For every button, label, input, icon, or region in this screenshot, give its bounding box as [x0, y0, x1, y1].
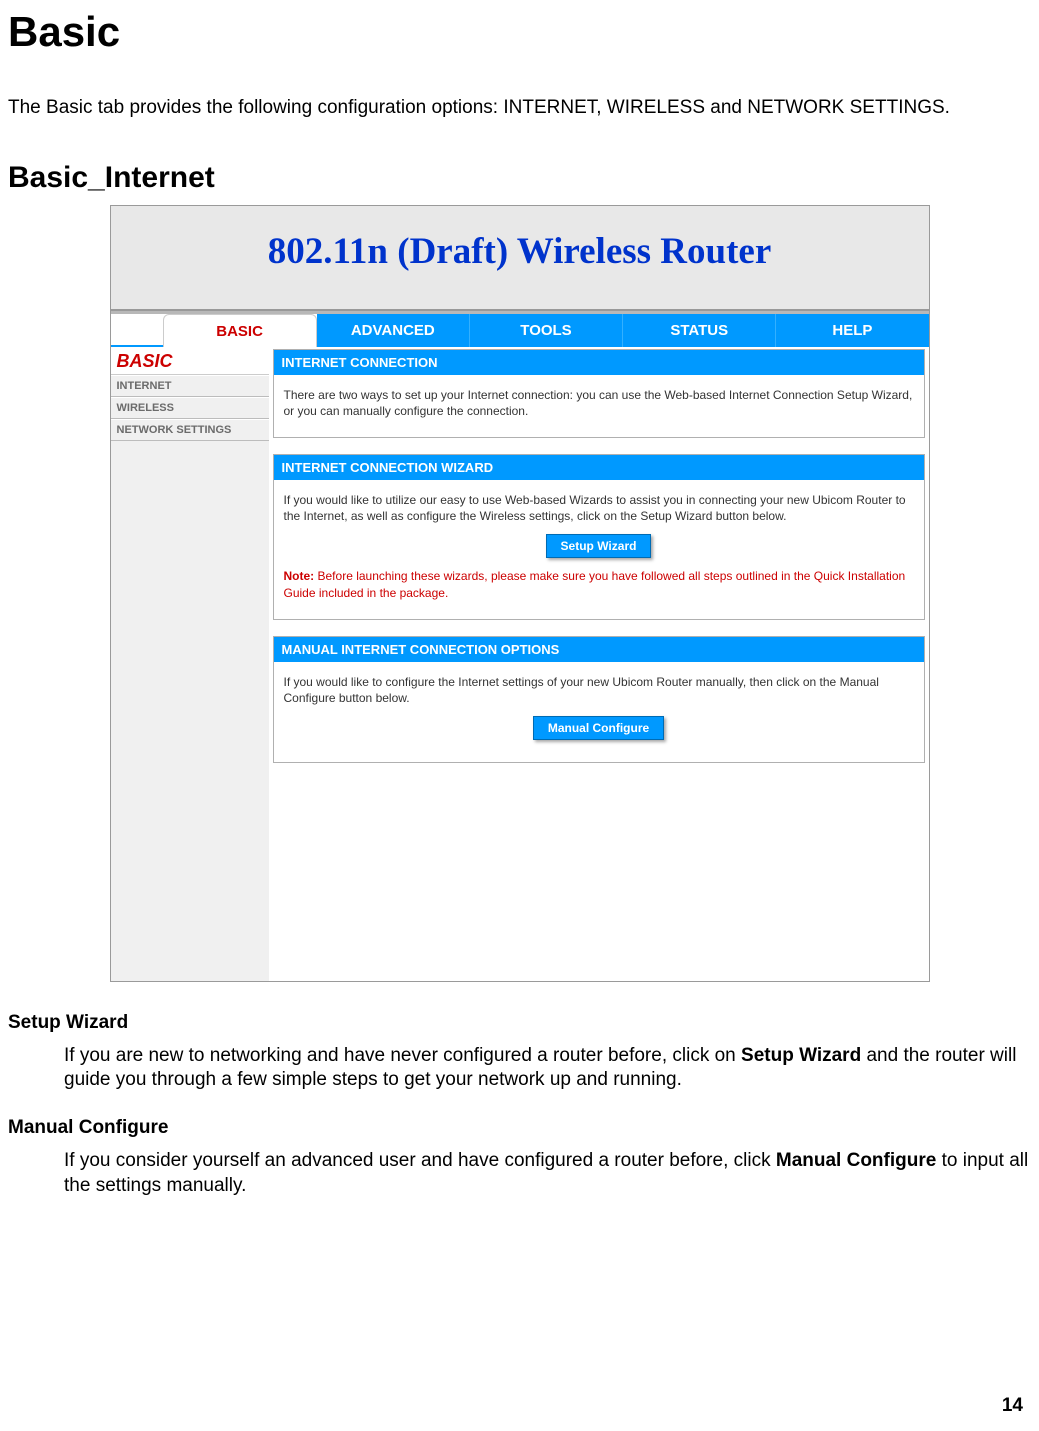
panel-text-internet-connection: There are two ways to set up your Intern…	[284, 387, 914, 419]
page-heading-basic-internet: Basic_Internet	[8, 161, 1031, 195]
doc-paragraph-manual-configure: If you consider yourself an advanced use…	[64, 1149, 1031, 1198]
main-tab-bar: BASIC ADVANCED TOOLS STATUS HELP	[111, 311, 929, 347]
sidebar-item-wireless[interactable]: WIRELESS	[111, 397, 269, 419]
page-heading-basic: Basic	[8, 8, 1031, 56]
router-banner: 802.11n (Draft) Wireless Router	[111, 206, 929, 311]
intro-paragraph: The Basic tab provides the following con…	[8, 96, 1031, 121]
router-banner-title: 802.11n (Draft) Wireless Router	[268, 231, 772, 272]
sidebar: BASIC INTERNET WIRELESS NETWORK SETTINGS	[111, 347, 269, 981]
sidebar-item-network-settings[interactable]: NETWORK SETTINGS	[111, 419, 269, 441]
tab-spacer	[111, 314, 163, 347]
tab-basic[interactable]: BASIC	[163, 314, 317, 347]
panel-text-manual-options: If you would like to configure the Inter…	[284, 674, 914, 706]
sidebar-item-internet[interactable]: INTERNET	[111, 375, 269, 397]
tab-advanced[interactable]: ADVANCED	[317, 314, 469, 347]
wizard-note-label: Note:	[284, 569, 315, 583]
content-area: INTERNET CONNECTION There are two ways t…	[269, 347, 929, 981]
tab-status[interactable]: STATUS	[622, 314, 775, 347]
doc-heading-manual-configure: Manual Configure	[8, 1117, 1031, 1139]
tab-help[interactable]: HELP	[775, 314, 928, 347]
doc-paragraph-setup-wizard: If you are new to networking and have ne…	[64, 1044, 1031, 1093]
manual-configure-button[interactable]: Manual Configure	[533, 716, 664, 740]
panel-internet-connection: INTERNET CONNECTION There are two ways t…	[273, 349, 925, 438]
sidebar-title: BASIC	[111, 347, 269, 375]
panel-text-internet-wizard: If you would like to utilize our easy to…	[284, 492, 914, 524]
wizard-note: Note: Before launching these wizards, pl…	[284, 568, 914, 600]
router-admin-screenshot: 802.11n (Draft) Wireless Router BASIC AD…	[110, 205, 930, 982]
wizard-note-text: Before launching these wizards, please m…	[284, 569, 906, 599]
panel-manual-options: MANUAL INTERNET CONNECTION OPTIONS If yo…	[273, 636, 925, 763]
tab-tools[interactable]: TOOLS	[469, 314, 622, 347]
doc-heading-setup-wizard: Setup Wizard	[8, 1012, 1031, 1034]
panel-internet-wizard: INTERNET CONNECTION WIZARD If you would …	[273, 454, 925, 620]
setup-wizard-button[interactable]: Setup Wizard	[546, 534, 652, 558]
panel-head-manual-options: MANUAL INTERNET CONNECTION OPTIONS	[274, 637, 924, 662]
panel-head-internet-wizard: INTERNET CONNECTION WIZARD	[274, 455, 924, 480]
page-number: 14	[1002, 1395, 1023, 1417]
panel-head-internet-connection: INTERNET CONNECTION	[274, 350, 924, 375]
